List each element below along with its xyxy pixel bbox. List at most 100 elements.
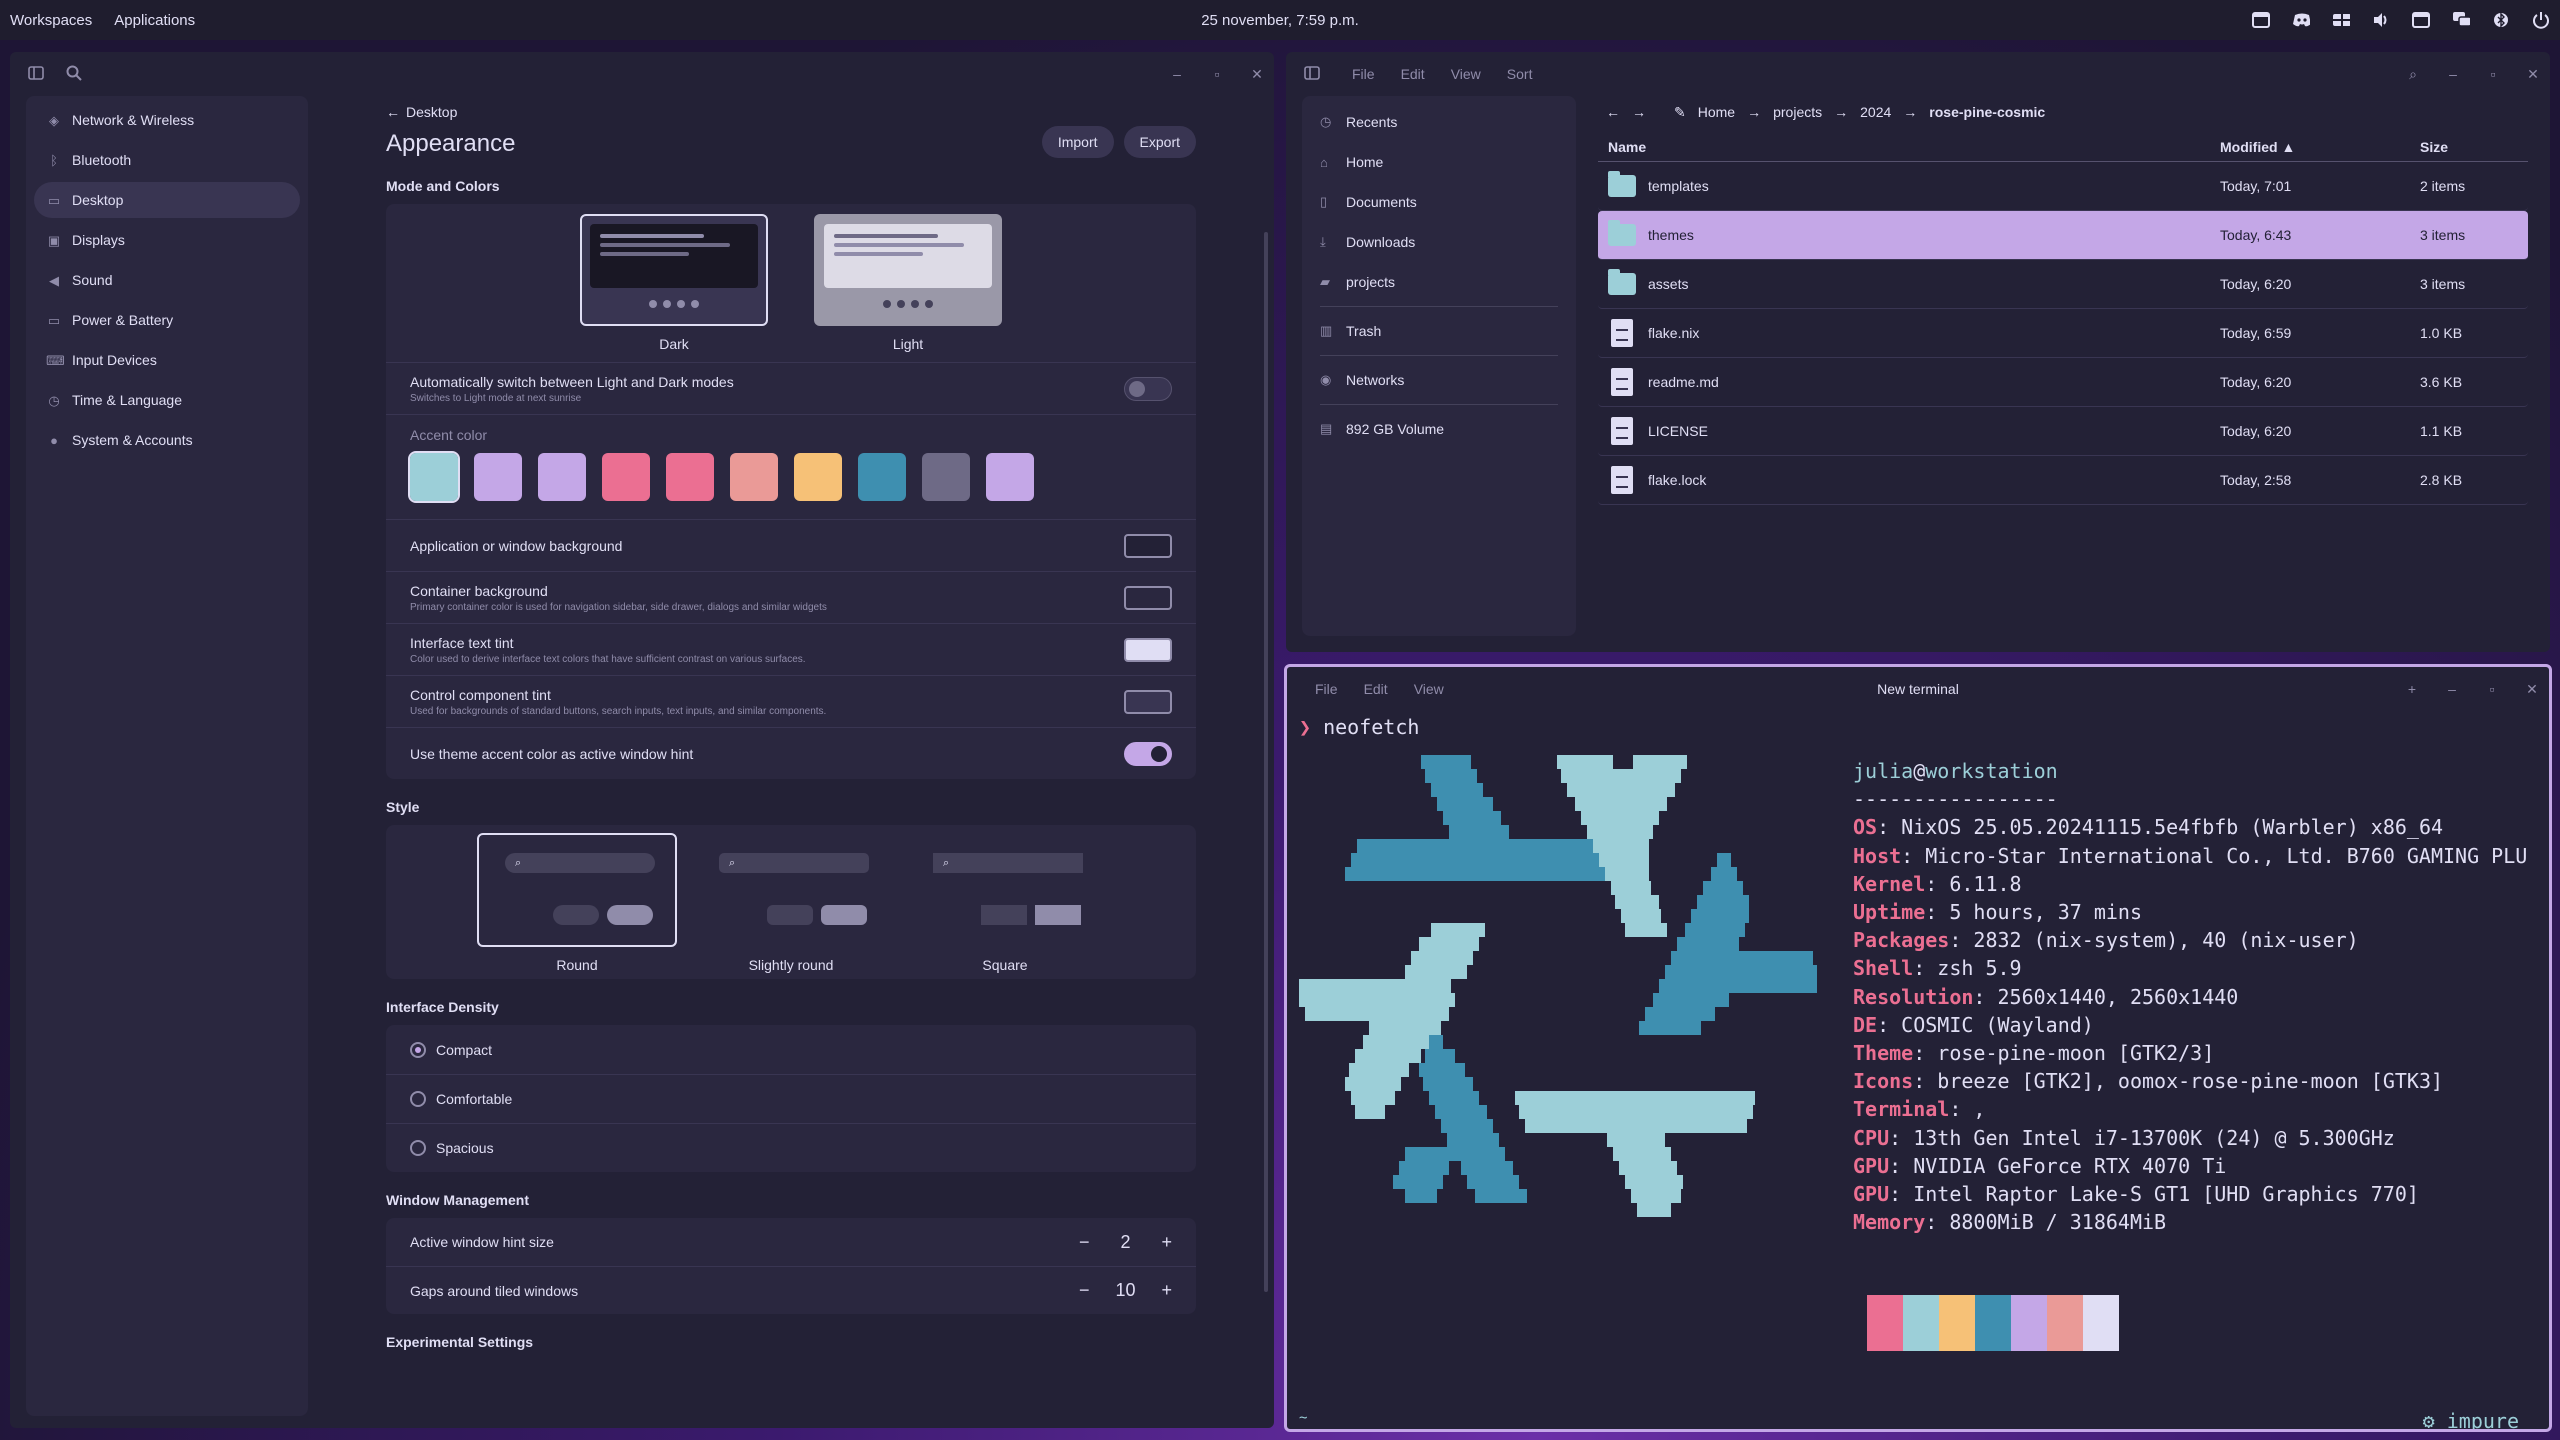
- sidebar-toggle-icon[interactable]: [28, 65, 44, 83]
- accent-swatch[interactable]: [538, 453, 586, 501]
- back-arrow-icon[interactable]: ←: [1606, 104, 1620, 120]
- clock[interactable]: 25 november, 7:59 p.m.: [1201, 12, 1359, 29]
- breadcrumb[interactable]: ← Desktop: [386, 104, 1196, 120]
- search-icon[interactable]: ⌕: [2406, 67, 2420, 81]
- file-row[interactable]: assets Today, 6:20 3 items: [1598, 260, 2528, 309]
- sidebar-item-volume[interactable]: ▤ 892 GB Volume: [1308, 409, 1570, 449]
- maximize-button[interactable]: ▫: [1210, 67, 1224, 81]
- sidebar-item-networks[interactable]: ◉ Networks: [1308, 360, 1570, 400]
- accent-swatch[interactable]: [986, 453, 1034, 501]
- display-icon[interactable]: [2412, 11, 2430, 29]
- export-button[interactable]: Export: [1123, 126, 1196, 158]
- edit-path-icon[interactable]: ✎: [1674, 104, 1686, 121]
- decrease-button[interactable]: −: [1079, 1232, 1090, 1253]
- container-bg-swatch[interactable]: [1124, 585, 1172, 610]
- menu-file[interactable]: File: [1352, 66, 1375, 82]
- increase-button[interactable]: +: [1161, 1280, 1172, 1301]
- settings-scrollbar[interactable]: [1264, 232, 1268, 1292]
- menu-view[interactable]: View: [1451, 66, 1481, 82]
- sidebar-item-sound[interactable]: ◀ Sound: [34, 262, 300, 298]
- density-comfortable[interactable]: Comfortable: [386, 1074, 1196, 1123]
- style-round-option[interactable]: ⌕ Round: [477, 833, 677, 973]
- theme-light-option[interactable]: Light: [814, 214, 1002, 352]
- sidebar-item-home[interactable]: ⌂ Home: [1308, 142, 1570, 182]
- maximize-button[interactable]: ▫: [2486, 67, 2500, 81]
- chat-icon[interactable]: [2452, 11, 2470, 29]
- sidebar-item-displays[interactable]: ▣ Displays: [34, 222, 300, 258]
- sidebar-item-time[interactable]: ◷ Time & Language: [34, 382, 300, 418]
- applications-button[interactable]: Applications: [114, 12, 195, 29]
- terminal-output[interactable]: ❯ neofetch julia@workstation -----------…: [1299, 715, 2539, 1429]
- menu-view[interactable]: View: [1414, 681, 1444, 697]
- new-tab-button[interactable]: +: [2405, 682, 2419, 696]
- radio-spacious[interactable]: [410, 1140, 426, 1156]
- maximize-button[interactable]: ▫: [2485, 682, 2499, 696]
- file-row[interactable]: templates Today, 7:01 2 items: [1598, 162, 2528, 211]
- accent-swatch[interactable]: [794, 453, 842, 501]
- sidebar-item-documents[interactable]: ▯ Documents: [1308, 182, 1570, 222]
- close-button[interactable]: ✕: [2526, 67, 2540, 81]
- density-compact[interactable]: Compact: [386, 1025, 1196, 1074]
- menu-sort[interactable]: Sort: [1507, 66, 1533, 82]
- window-icon[interactable]: [2252, 11, 2270, 29]
- sidebar-toggle-icon[interactable]: [1304, 65, 1320, 83]
- accent-swatch[interactable]: [666, 453, 714, 501]
- col-size[interactable]: Size: [2420, 139, 2528, 155]
- accent-hint-toggle[interactable]: [1124, 741, 1172, 766]
- minimize-button[interactable]: –: [1170, 67, 1184, 81]
- discord-icon[interactable]: [2292, 11, 2310, 29]
- theme-dark-option[interactable]: Dark: [580, 214, 768, 352]
- sidebar-item-downloads[interactable]: ⤓ Downloads: [1308, 222, 1570, 262]
- path-home[interactable]: Home: [1698, 104, 1735, 120]
- density-spacious[interactable]: Spacious: [386, 1123, 1196, 1172]
- sidebar-item-power[interactable]: ▭ Power & Battery: [34, 302, 300, 338]
- radio-comfortable[interactable]: [410, 1091, 426, 1107]
- power-icon[interactable]: [2532, 11, 2550, 29]
- sidebar-item-trash[interactable]: ▥ Trash: [1308, 311, 1570, 351]
- accent-swatch[interactable]: [858, 453, 906, 501]
- forward-arrow-icon[interactable]: →: [1632, 104, 1646, 120]
- menu-edit[interactable]: Edit: [1364, 681, 1388, 697]
- style-square-option[interactable]: ⌕ Square: [905, 833, 1105, 973]
- close-button[interactable]: ✕: [2525, 682, 2539, 696]
- decrease-button[interactable]: −: [1079, 1280, 1090, 1301]
- app-bg-swatch[interactable]: [1124, 533, 1172, 558]
- auto-switch-toggle[interactable]: [1124, 376, 1172, 401]
- col-modified[interactable]: Modified ▲: [2210, 139, 2420, 155]
- minimize-button[interactable]: –: [2446, 67, 2460, 81]
- import-button[interactable]: Import: [1041, 126, 1114, 158]
- bluetooth-icon[interactable]: [2492, 11, 2510, 29]
- radio-compact[interactable]: [410, 1041, 426, 1058]
- control-tint-swatch[interactable]: [1124, 689, 1172, 714]
- close-button[interactable]: ✕: [1250, 67, 1264, 81]
- sidebar-item-bluetooth[interactable]: ᛒ Bluetooth: [34, 142, 300, 178]
- sidebar-item-desktop[interactable]: ▭ Desktop: [34, 182, 300, 218]
- sidebar-item-system[interactable]: ● System & Accounts: [34, 422, 300, 458]
- path-projects[interactable]: projects: [1773, 104, 1822, 120]
- path-current[interactable]: rose-pine-cosmic: [1929, 104, 2045, 120]
- minimize-button[interactable]: –: [2445, 682, 2459, 696]
- workspaces-button[interactable]: Workspaces: [10, 12, 92, 29]
- text-tint-swatch[interactable]: [1124, 637, 1172, 662]
- accent-swatch[interactable]: [922, 453, 970, 501]
- accent-swatch[interactable]: [408, 451, 460, 503]
- menu-file[interactable]: File: [1315, 681, 1338, 697]
- accent-swatch[interactable]: [730, 453, 778, 501]
- input-line[interactable]: ~❯: [1299, 1403, 1359, 1429]
- increase-button[interactable]: +: [1161, 1232, 1172, 1253]
- style-slightly-round-option[interactable]: ⌕ Slightly round: [691, 833, 891, 973]
- file-row[interactable]: flake.nix Today, 6:59 1.0 KB: [1598, 309, 2528, 358]
- menu-edit[interactable]: Edit: [1401, 66, 1425, 82]
- file-row[interactable]: flake.lock Today, 2:58 2.8 KB: [1598, 456, 2528, 505]
- volume-icon[interactable]: [2372, 11, 2390, 29]
- sidebar-item-recents[interactable]: ◷ Recents: [1308, 102, 1570, 142]
- file-row[interactable]: readme.md Today, 6:20 3.6 KB: [1598, 358, 2528, 407]
- file-row[interactable]: LICENSE Today, 6:20 1.1 KB: [1598, 407, 2528, 456]
- search-icon[interactable]: [66, 65, 82, 84]
- sidebar-item-projects[interactable]: ▰ projects: [1308, 262, 1570, 302]
- accent-swatch[interactable]: [602, 453, 650, 501]
- file-row[interactable]: themes Today, 6:43 3 items: [1598, 211, 2528, 260]
- sidebar-item-input[interactable]: ⌨ Input Devices: [34, 342, 300, 378]
- col-name[interactable]: Name: [1598, 139, 2210, 155]
- section-experimental[interactable]: Experimental Settings: [386, 1334, 1196, 1350]
